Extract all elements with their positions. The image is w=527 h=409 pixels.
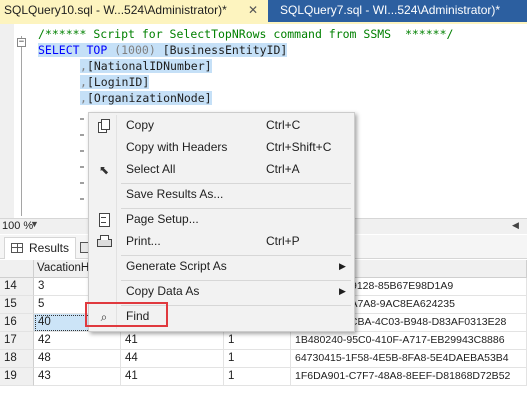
table-cell[interactable]: 1 bbox=[224, 368, 291, 386]
code-comma-partial bbox=[80, 198, 84, 200]
menu-item-page-setup[interactable]: Page Setup... bbox=[91, 209, 352, 231]
menu-item-copy-with-headers[interactable]: Copy with Headers Ctrl+Shift+C bbox=[91, 137, 352, 159]
menu-item-label: Copy with Headers bbox=[126, 140, 228, 154]
menu-item-shortcut: Ctrl+P bbox=[266, 234, 300, 248]
menu-item-label: Page Setup... bbox=[126, 212, 199, 226]
code-comma: , bbox=[80, 91, 87, 105]
code-comma-partial bbox=[80, 150, 84, 152]
code-column-line: ,[LoginID] bbox=[80, 74, 150, 90]
menu-item-label: Select All bbox=[126, 162, 176, 176]
table-cell[interactable]: 1 bbox=[224, 350, 291, 368]
document-tab-strip: SQLQuery10.sql - W...524\Administrator)*… bbox=[0, 0, 527, 22]
menu-item-label: Copy bbox=[126, 118, 155, 132]
submenu-arrow-icon: ▶ bbox=[339, 261, 346, 271]
row-number[interactable]: 18 bbox=[0, 350, 34, 368]
code-column-line: ,[OrganizationNode] bbox=[80, 90, 212, 106]
zoom-level[interactable]: 100 % bbox=[2, 220, 33, 232]
find-highlight-box bbox=[85, 302, 168, 327]
row-number[interactable]: 16 bbox=[0, 314, 34, 332]
results-grid-icon bbox=[11, 243, 23, 253]
table-cell[interactable]: 43 bbox=[34, 368, 121, 386]
row-number[interactable]: 15 bbox=[0, 296, 34, 314]
code-comment-line: /****** Script for SelectTopNRows comman… bbox=[38, 27, 454, 41]
menu-item-copy[interactable]: Copy Ctrl+C bbox=[91, 115, 352, 137]
tab-sqlquery10-label: SQLQuery10.sql - W...524\Administrator)* bbox=[4, 3, 227, 17]
table-cell[interactable]: 1F6DA901-C7F7-48A8-8EEF-D81868D72B52 bbox=[291, 368, 527, 386]
table-cell[interactable]: 44 bbox=[121, 350, 224, 368]
menu-item-label: Save Results As... bbox=[126, 187, 224, 201]
code-column-line: ,[NationalIDNumber] bbox=[80, 58, 212, 74]
table-row[interactable]: 17 42 41 1 1B480240-95C0-410F-A717-EB299… bbox=[0, 332, 527, 350]
code-comma-partial bbox=[80, 166, 84, 168]
menu-item-print[interactable]: Print... Ctrl+P bbox=[91, 231, 352, 253]
zoom-dropdown-icon[interactable]: ▼ bbox=[30, 219, 39, 229]
top-value: (1000) bbox=[114, 43, 156, 57]
tab-results[interactable]: Results bbox=[4, 237, 76, 259]
code-comma-partial bbox=[80, 182, 84, 184]
row-header-corner[interactable] bbox=[0, 260, 34, 278]
row-number[interactable]: 17 bbox=[0, 332, 34, 350]
outline-line bbox=[21, 36, 22, 216]
menu-item-generate-script-as[interactable]: Generate Script As ▶ bbox=[91, 256, 352, 278]
scroll-left-icon[interactable]: ◀ bbox=[512, 220, 519, 231]
results-context-menu: Copy Ctrl+C Copy with Headers Ctrl+Shift… bbox=[88, 112, 355, 332]
menu-item-copy-data-as[interactable]: Copy Data As ▶ bbox=[91, 281, 352, 303]
menu-item-shortcut: Ctrl+C bbox=[266, 118, 301, 132]
code-comma: , bbox=[80, 75, 87, 89]
submenu-arrow-icon: ▶ bbox=[339, 286, 346, 296]
column-nationalidnumber: [NationalIDNumber] bbox=[86, 59, 212, 73]
menu-item-shortcut: Ctrl+Shift+C bbox=[266, 140, 332, 154]
select-all-icon: ⬉ bbox=[98, 163, 110, 177]
row-number[interactable]: 19 bbox=[0, 368, 34, 386]
code-select-line: SELECT TOP (1000) [BusinessEntityID] bbox=[38, 42, 288, 58]
top-keyword: TOP bbox=[86, 43, 108, 57]
row-number[interactable]: 14 bbox=[0, 278, 34, 296]
column-businessentityid: [BusinessEntityID] bbox=[162, 43, 288, 57]
table-cell[interactable]: 42 bbox=[34, 332, 121, 350]
table-cell[interactable]: 1B480240-95C0-410F-A717-EB29943C8886 bbox=[291, 332, 527, 350]
close-tab-icon[interactable]: ✕ bbox=[246, 0, 260, 20]
page-setup-icon bbox=[97, 213, 111, 227]
table-cell[interactable]: 1 bbox=[224, 332, 291, 350]
collapse-icon[interactable]: − bbox=[17, 38, 26, 47]
select-keyword: SELECT bbox=[38, 43, 80, 57]
table-cell[interactable]: 64730415-1F58-4E5B-8FA8-5E4DAEBA53B4 bbox=[291, 350, 527, 368]
menu-item-save-results-as[interactable]: Save Results As... bbox=[91, 184, 352, 206]
column-organizationnode: [OrganizationNode] bbox=[86, 91, 212, 105]
tab-sqlquery10[interactable]: SQLQuery10.sql - W...524\Administrator)*… bbox=[0, 0, 268, 22]
code-comma: , bbox=[80, 59, 87, 73]
tab-sqlquery7[interactable]: SQLQuery7.sql - WI...524\Administrator)* bbox=[268, 0, 527, 22]
table-cell[interactable]: 48 bbox=[34, 350, 121, 368]
menu-item-label: Print... bbox=[126, 234, 161, 248]
table-row[interactable]: 19 43 41 1 1F6DA901-C7F7-48A8-8EEF-D8186… bbox=[0, 368, 527, 386]
table-cell[interactable]: 41 bbox=[121, 368, 224, 386]
menu-item-shortcut: Ctrl+A bbox=[266, 162, 300, 176]
tab-results-label: Results bbox=[29, 241, 70, 255]
print-icon bbox=[97, 235, 112, 249]
menu-item-label: Copy Data As bbox=[126, 284, 200, 298]
menu-item-select-all[interactable]: ⬉ Select All Ctrl+A bbox=[91, 159, 352, 181]
table-row[interactable]: 18 48 44 1 64730415-1F58-4E5B-8FA8-5E4DA… bbox=[0, 350, 527, 368]
editor-gutter bbox=[0, 24, 14, 218]
menu-item-label: Generate Script As bbox=[126, 259, 227, 273]
column-loginid: [LoginID] bbox=[86, 75, 150, 89]
code-comma-partial bbox=[80, 134, 84, 136]
code-comma-partial bbox=[80, 118, 84, 120]
tab-sqlquery7-label: SQLQuery7.sql - WI...524\Administrator)* bbox=[280, 3, 501, 17]
table-cell[interactable]: 41 bbox=[121, 332, 224, 350]
copy-icon bbox=[97, 119, 111, 133]
